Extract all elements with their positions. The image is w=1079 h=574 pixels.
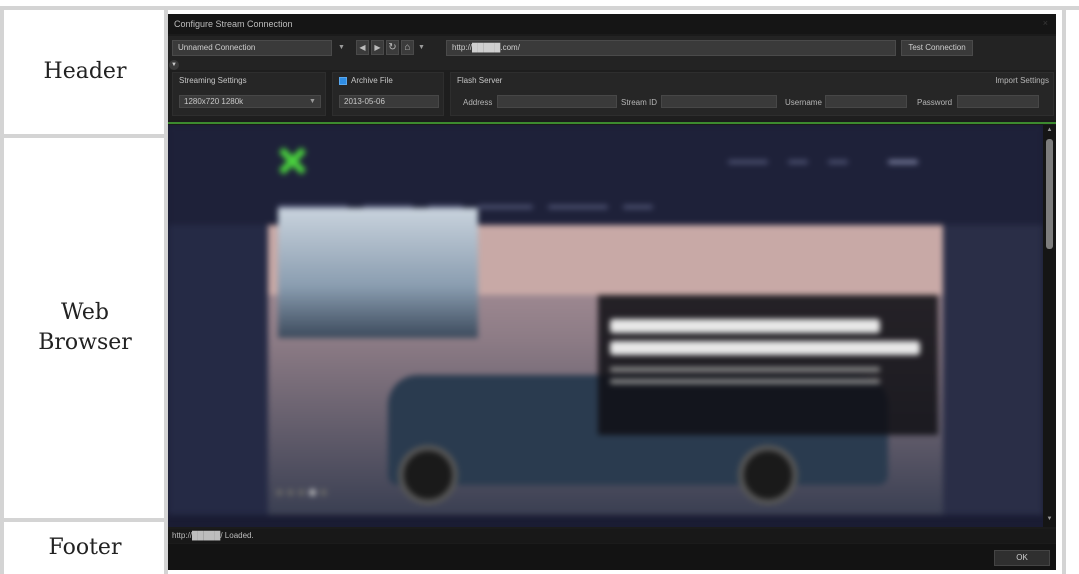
carousel-dot xyxy=(298,489,305,496)
browser-scrollbar[interactable]: ▲ ▼ xyxy=(1043,125,1056,527)
archive-checkbox[interactable] xyxy=(339,77,347,85)
streaming-settings-title: Streaming Settings xyxy=(179,76,247,85)
settings-panel: Streaming Settings 1280x720 1280k ▼ Arch… xyxy=(168,70,1056,120)
stream-id-input[interactable] xyxy=(661,95,777,108)
scroll-thumb[interactable] xyxy=(1046,139,1053,249)
web-browser-view[interactable] xyxy=(168,125,1043,527)
hero-wheel xyxy=(398,445,458,505)
flash-server-group: Flash Server Import Settings Address Str… xyxy=(450,72,1054,116)
close-icon[interactable]: × xyxy=(1043,18,1048,28)
archive-file-group: Archive File 2013-05-06 xyxy=(332,72,444,116)
table-left-border xyxy=(0,6,4,574)
site-nav-item xyxy=(888,160,918,164)
url-input[interactable]: http://█████.com/ xyxy=(446,40,896,56)
window-title: Configure Stream Connection xyxy=(174,19,293,29)
site-menu-item xyxy=(623,205,653,209)
refresh-button[interactable]: ↻ xyxy=(386,40,399,55)
hero-left-edge xyxy=(168,225,268,515)
carousel-dot xyxy=(287,489,294,496)
username-input[interactable] xyxy=(825,95,907,108)
site-nav-item xyxy=(828,160,848,164)
preset-chevron-icon[interactable]: ▼ xyxy=(309,98,316,105)
password-label: Password xyxy=(917,98,953,107)
password-input[interactable] xyxy=(957,95,1039,108)
hero-headline-line xyxy=(610,319,880,333)
flash-server-title: Flash Server xyxy=(457,76,503,85)
site-menu-item xyxy=(478,205,533,209)
carousel-dot xyxy=(309,489,316,496)
chevron-down-icon[interactable]: ▼ xyxy=(338,44,345,51)
stream-connection-window: Configure Stream Connection × Unnamed Co… xyxy=(168,14,1056,570)
footer-label: Footer xyxy=(48,535,122,560)
history-chevron-icon[interactable]: ▼ xyxy=(418,44,425,51)
carousel-dots xyxy=(276,483,331,501)
hero-photo xyxy=(278,208,478,338)
test-connection-button[interactable]: Test Connection xyxy=(901,40,973,56)
ok-button[interactable]: OK xyxy=(994,550,1050,566)
hero-text-overlay xyxy=(598,295,938,435)
table-right-border xyxy=(1062,6,1066,574)
hero-subtext-line xyxy=(610,379,880,384)
hero-subtext-line xyxy=(610,367,880,372)
header-label: Header xyxy=(43,59,127,84)
import-settings-link[interactable]: Import Settings xyxy=(995,76,1049,85)
hero-headline-line xyxy=(610,341,920,355)
web-browser-label: Web Browser xyxy=(38,300,132,355)
site-nav-item xyxy=(788,160,808,164)
username-label: Username xyxy=(785,98,822,107)
address-label: Address xyxy=(463,98,493,107)
stream-id-label: Stream ID xyxy=(621,98,658,107)
status-bar: http://█████/ Loaded. xyxy=(168,529,1056,543)
dialog-footer: OK xyxy=(168,544,1056,570)
streaming-settings-group: Streaming Settings 1280x720 1280k ▼ xyxy=(172,72,326,116)
window-titlebar: Configure Stream Connection × xyxy=(168,14,1056,34)
back-button[interactable]: ◀ xyxy=(356,40,369,55)
site-menu-item xyxy=(548,205,608,209)
scroll-down-icon[interactable]: ▼ xyxy=(1045,516,1054,525)
scroll-up-icon[interactable]: ▲ xyxy=(1045,127,1054,136)
carousel-dot xyxy=(276,489,283,496)
home-button[interactable]: ⌂ xyxy=(401,40,414,55)
browser-toolbar: Unnamed Connection ▼ ◀ ▶ ↻ ⌂ ▼ http://██… xyxy=(168,36,1056,70)
archive-file-label: Archive File xyxy=(351,76,393,85)
forward-button[interactable]: ▶ xyxy=(371,40,384,55)
hero-right-edge xyxy=(943,225,1043,515)
address-input[interactable] xyxy=(497,95,617,108)
hero-wheel xyxy=(738,445,798,505)
streaming-preset-select[interactable]: 1280x720 1280k xyxy=(179,95,321,108)
expand-arrow-icon[interactable]: ▼ xyxy=(169,60,179,70)
site-nav-item xyxy=(728,160,768,164)
connection-name-select[interactable]: Unnamed Connection xyxy=(172,40,332,56)
accent-divider xyxy=(168,122,1056,124)
archive-file-input[interactable]: 2013-05-06 xyxy=(339,95,439,108)
site-logo-icon xyxy=(278,147,306,175)
carousel-dot xyxy=(320,489,327,496)
